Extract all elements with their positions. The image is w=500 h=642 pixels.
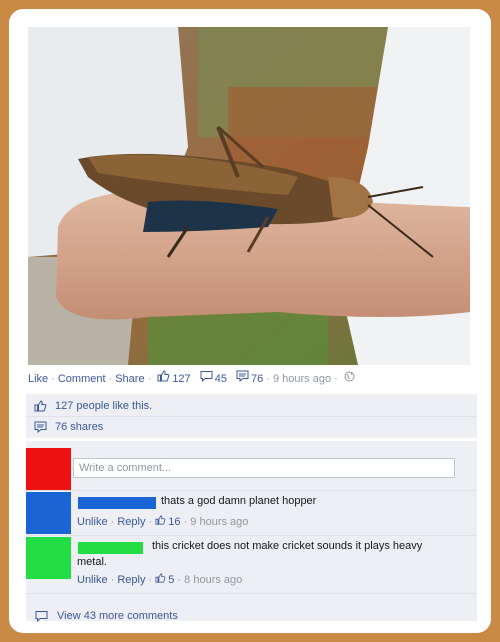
share-icon	[236, 370, 249, 388]
comment-text-line2: metal.	[77, 556, 107, 568]
like-link[interactable]: Like	[28, 370, 48, 388]
share-count[interactable]: 76	[251, 370, 263, 388]
reply-link[interactable]: Reply	[117, 516, 145, 528]
likes-shares-box: 127 people like this. 76 shares	[26, 394, 477, 438]
comment-meta: Unlike · Reply · 5 · 8 hours ago	[77, 573, 243, 587]
globe-icon	[344, 370, 355, 388]
avatar[interactable]	[26, 492, 71, 534]
avatar[interactable]	[26, 537, 71, 579]
thumbs-up-icon	[155, 515, 166, 529]
share-icon	[34, 417, 47, 437]
post-photo[interactable]	[28, 27, 470, 365]
likes-row[interactable]: 127 people like this.	[26, 396, 477, 416]
comment-link[interactable]: Comment	[58, 370, 106, 388]
shares-text[interactable]: 76 shares	[55, 421, 103, 433]
share-link[interactable]: Share	[115, 370, 144, 388]
reply-link[interactable]: Reply	[117, 574, 145, 586]
unlike-link[interactable]: Unlike	[77, 574, 108, 586]
post-card: Like · Comment · Share · 127 45 76 · 9 hours ag…	[9, 9, 491, 633]
divider	[26, 593, 477, 594]
comment-meta: Unlike · Reply · 16 · 9 hours ago	[77, 515, 249, 529]
post-timestamp[interactable]: 9 hours ago	[273, 370, 331, 388]
comment-bubble-icon	[200, 370, 213, 388]
divider	[26, 490, 477, 491]
thumbs-up-icon	[34, 396, 47, 416]
commenter-name[interactable]	[78, 497, 156, 509]
post-action-bar: Like · Comment · Share · 127 45 76 · 9 hours ag…	[28, 370, 478, 388]
comment-like-count[interactable]: 16	[168, 516, 180, 528]
view-more-comments-link[interactable]: View 43 more comments	[57, 610, 178, 622]
comment-text: thats a god damn planet hopper	[161, 495, 317, 507]
comment-timestamp[interactable]: 9 hours ago	[190, 516, 248, 528]
comment-input[interactable]: Write a comment...	[73, 458, 455, 478]
likes-text[interactable]: 127 people like this.	[55, 400, 152, 412]
shares-row[interactable]: 76 shares	[26, 417, 477, 437]
avatar[interactable]	[26, 448, 71, 490]
comment-bubble-icon	[35, 610, 48, 625]
thumbs-up-icon	[157, 370, 170, 388]
like-count[interactable]: 127	[172, 370, 190, 388]
comment-count[interactable]: 45	[215, 370, 227, 388]
comment-timestamp[interactable]: 8 hours ago	[184, 574, 242, 586]
divider	[26, 535, 477, 536]
grasshopper-photo	[28, 27, 470, 365]
comment-text-line1: this cricket does not make cricket sound…	[152, 540, 423, 552]
commenter-name[interactable]	[78, 542, 143, 554]
thumbs-up-icon	[155, 573, 166, 587]
unlike-link[interactable]: Unlike	[77, 516, 108, 528]
